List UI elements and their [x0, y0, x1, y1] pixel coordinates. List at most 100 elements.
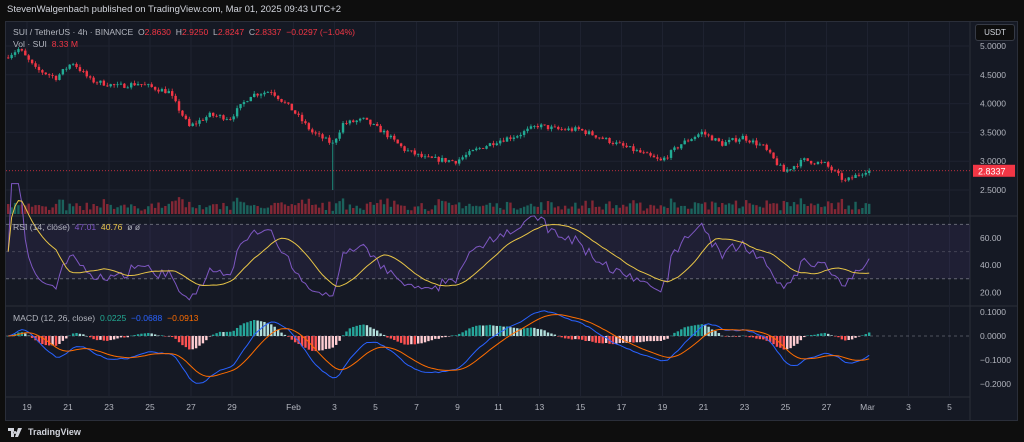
candle-body — [765, 144, 768, 150]
volume-bar — [823, 206, 826, 214]
candle-body — [642, 152, 645, 154]
candle-body — [864, 172, 867, 175]
chart-canvas[interactable]: 19 21 23 25 27 29 Feb 3 5 7 9 11 13 15 17 19 21 23 25 27 Mar… — [0, 0, 1024, 442]
candle-body — [266, 92, 270, 93]
macd-hist-bar — [338, 336, 341, 341]
volume-bar — [693, 202, 697, 214]
candle-body — [683, 140, 686, 145]
volume-bar — [112, 208, 116, 214]
volume-bar — [796, 204, 799, 214]
x-tick-label: 25 — [781, 402, 791, 412]
candle-body — [10, 54, 13, 59]
volume-bar — [762, 207, 765, 214]
volume-bar — [34, 205, 37, 214]
volume-bar — [639, 202, 642, 214]
macd-hist-bar — [317, 336, 321, 351]
macd-hist-bar — [205, 336, 208, 341]
volume-bar — [710, 201, 714, 214]
volume-bar — [413, 206, 416, 214]
candle-body — [478, 148, 481, 149]
rsi-value: 47.01 — [74, 222, 97, 232]
volume-bar — [205, 207, 208, 214]
candle-body — [143, 84, 147, 86]
candle-body — [273, 92, 276, 96]
x-tick-label: 21 — [63, 402, 73, 412]
macd-hist-bar — [868, 332, 871, 336]
macd-hist-bar — [208, 336, 211, 337]
macd-hist-bar — [287, 336, 290, 337]
volume-bar — [68, 203, 71, 214]
macd-hist-bar — [813, 334, 816, 336]
volume-bar — [37, 205, 41, 214]
macd-hist-bar — [417, 336, 420, 344]
volume-bar — [369, 202, 372, 214]
macd-hist-bar — [840, 336, 844, 340]
candle-body — [645, 152, 649, 154]
candle-body — [324, 137, 328, 139]
candle-body — [205, 117, 208, 121]
volume-bar — [263, 208, 266, 214]
brand-label: TradingView — [28, 427, 81, 437]
macd-hist-bar — [362, 324, 365, 336]
volume-bar — [642, 210, 645, 214]
macd-hist-bar — [816, 333, 820, 336]
candle-body — [762, 144, 765, 146]
volume-bar — [242, 202, 246, 214]
currency-button[interactable]: USDT — [975, 24, 1015, 41]
volume-bar — [779, 210, 782, 214]
macd-hist-bar — [61, 336, 65, 341]
volume-bar — [536, 206, 539, 214]
macd-hist-bar — [92, 336, 95, 340]
candle-body — [721, 141, 724, 146]
macd-hist-bar — [242, 323, 246, 336]
macd-hist-bar — [823, 332, 826, 336]
macd-signal-value: −0.0913 — [167, 313, 199, 323]
macd-hist-bar — [389, 336, 393, 339]
volume-bar — [106, 204, 109, 214]
volume-bar — [30, 206, 34, 214]
macd-hist-bar — [481, 325, 485, 336]
macd-hist-bar — [198, 336, 201, 346]
macd-hist-bar — [464, 330, 468, 336]
candle-body — [317, 133, 321, 135]
volume-bar — [727, 203, 731, 214]
price-tick-label: 4.0000 — [980, 99, 1006, 109]
macd-hist-bar — [488, 324, 492, 336]
candle-body — [410, 150, 413, 152]
macd-hist-bar — [645, 336, 649, 342]
candle-body — [505, 137, 509, 142]
candle-body — [560, 129, 563, 130]
volume-bar — [789, 206, 792, 214]
candle-body — [686, 140, 690, 142]
macd-hist-bar — [201, 336, 205, 344]
candle-body — [208, 112, 211, 118]
volume-bar — [191, 207, 194, 214]
volume-bar — [331, 210, 334, 214]
volume-bar — [41, 206, 44, 214]
candle-body — [666, 157, 669, 159]
volume-bar — [130, 204, 133, 214]
candle-body — [584, 130, 587, 134]
volume-bar — [741, 206, 744, 214]
volume-bar — [468, 203, 471, 214]
volume-bar — [516, 209, 519, 214]
volume-bar — [160, 207, 164, 214]
candle-body — [130, 83, 133, 88]
volume-bar — [751, 204, 755, 214]
macd-hist-bar — [683, 327, 686, 336]
candle-body — [488, 143, 492, 147]
volume-bar — [235, 197, 239, 214]
macd-hist-bar — [191, 336, 194, 350]
volume-bar — [396, 204, 399, 214]
volume-bar — [417, 206, 420, 214]
x-tick-label: 13 — [535, 402, 545, 412]
macd-hist-bar — [126, 336, 129, 338]
candle-body — [321, 134, 324, 139]
volume-bar — [868, 203, 871, 214]
candle-body — [171, 91, 174, 96]
volume-bar — [444, 201, 447, 214]
volume-bar — [212, 204, 215, 214]
volume-bar — [147, 206, 150, 214]
volume-bar — [837, 202, 840, 214]
volume-bar — [266, 207, 270, 214]
